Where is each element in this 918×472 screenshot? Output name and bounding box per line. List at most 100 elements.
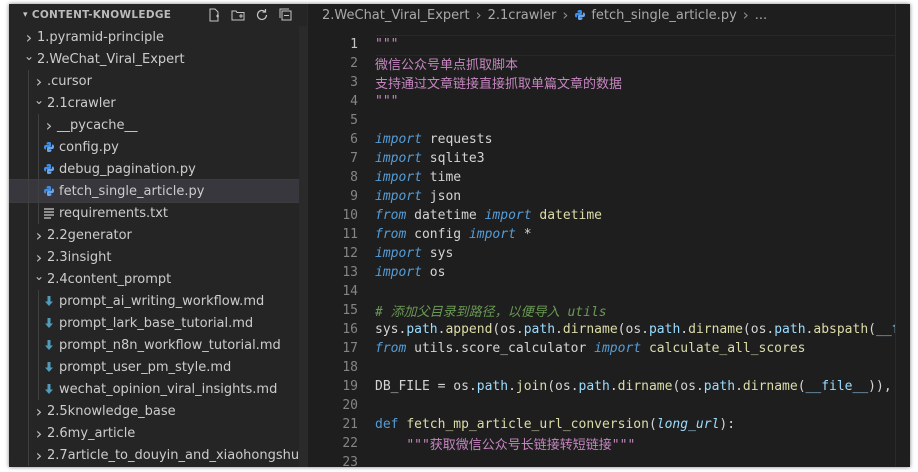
editor-scrollbar[interactable] (895, 4, 910, 467)
explorer-header[interactable]: ▾ CONTENT-KNOWLEDGE (9, 4, 307, 26)
tree-item-label: prompt_lark_base_tutorial.md (59, 315, 254, 331)
tree-file-prompt-n8n-workflow-tutorial-md[interactable]: prompt_n8n_workflow_tutorial.md (9, 334, 307, 356)
tree-folder-2-2generator[interactable]: › 2.2generator (9, 224, 307, 246)
code-line[interactable]: 11 from config import * (308, 225, 910, 244)
code-token: path (703, 379, 736, 394)
tree-folder-2-5knowledge-base[interactable]: › 2.5knowledge_base (9, 400, 307, 422)
code-token: utils.score_calculator (406, 341, 595, 356)
tree-file-prompt-lark-base-tutorial-md[interactable]: prompt_lark_base_tutorial.md (9, 312, 307, 334)
chevron-down-icon[interactable]: ⌄ (31, 93, 47, 107)
code-line[interactable]: 16 sys.path.append(os.path.dirname(os.pat… (308, 320, 910, 339)
new-file-icon[interactable] (206, 7, 221, 22)
code-token: dirname (742, 379, 798, 394)
code-line[interactable]: 21 def fetch_mp_article_url_conversion(lo… (308, 415, 910, 434)
markdown-file-icon (41, 317, 57, 329)
code-token: import (375, 189, 422, 204)
tree-folder-cursor[interactable]: › .cursor (9, 70, 307, 92)
code-line[interactable]: 8 import time (308, 168, 910, 187)
chevron-right-icon[interactable]: › (31, 424, 47, 443)
code-line[interactable]: 13 import os (308, 263, 910, 282)
code-line[interactable]: 9 import json (308, 187, 910, 206)
code-line[interactable]: 5 (308, 111, 910, 130)
code-token: requests (421, 132, 493, 147)
code-token: . (609, 379, 618, 394)
breadcrumb-item[interactable]: ... (755, 8, 767, 23)
tree-file-requirements-txt[interactable]: requirements.txt (9, 202, 307, 224)
code-token: . (468, 379, 477, 394)
collapse-all-icon[interactable] (278, 7, 293, 22)
tree-folder-2-6my-article[interactable]: › 2.6my_article (9, 422, 307, 444)
code-token: os (555, 379, 571, 394)
code-line[interactable]: 7 import sqlite3 (308, 149, 910, 168)
new-folder-icon[interactable] (230, 7, 245, 22)
code-line[interactable]: 12 import sys (308, 244, 910, 263)
indent-guide (38, 378, 39, 400)
chevron-right-icon[interactable]: › (31, 402, 47, 421)
indent-guide (28, 378, 29, 400)
code-line[interactable]: 15 # 添加父目录到路径，以便导入 utils (308, 301, 910, 320)
code-token: from (375, 341, 407, 356)
code-line[interactable]: 17 from utils.score_calculator import cal… (308, 339, 910, 358)
indent-guide (28, 400, 29, 422)
code-token: = (429, 379, 454, 394)
tree-file-prompt-user-pm-style-md[interactable]: prompt_user_pm_style.md (9, 356, 307, 378)
chevron-right-icon[interactable]: › (31, 446, 47, 465)
chevron-right-icon: › (562, 6, 569, 24)
code-token: . (570, 379, 579, 394)
code-line[interactable]: 22 """获取微信公众号长链接转短链接""" (308, 434, 910, 453)
code-line[interactable]: 14 (308, 282, 910, 301)
tree-folder-2-3insight[interactable]: › 2.3insight (9, 246, 307, 268)
code-line[interactable]: 18 (308, 358, 910, 377)
sidebar-scrollbar[interactable] (299, 26, 307, 467)
code-line[interactable]: 23 (308, 453, 910, 467)
tree-file-prompt-ai-writing-workflow-md[interactable]: prompt_ai_writing_workflow.md (9, 290, 307, 312)
tree-folder-pycache[interactable]: › __pycache__ (9, 114, 307, 136)
code-line[interactable]: 10 from datetime import datetime (308, 206, 910, 225)
tree-item-label: prompt_user_pm_style.md (59, 359, 232, 375)
code-token: . (515, 322, 524, 337)
chevron-down-icon[interactable]: ▾ (23, 10, 28, 20)
code-content: import time (375, 170, 461, 185)
indent-guide (28, 180, 29, 202)
code-line[interactable]: 20 (308, 396, 910, 415)
chevron-right-icon[interactable]: › (31, 226, 47, 245)
chevron-right-icon[interactable]: › (41, 116, 57, 135)
tree-file-wechat-opinion-viral-insights-md[interactable]: wechat_opinion_viral_insights.md (9, 378, 307, 400)
code-token: sqlite3 (421, 151, 485, 166)
code-token: import (375, 151, 422, 166)
breadcrumb-item[interactable]: 2.1crawler (488, 8, 557, 23)
line-number: 19 (342, 379, 358, 394)
chevron-down-icon[interactable]: ⌄ (31, 269, 47, 283)
code-token: dirname (688, 322, 743, 337)
chevron-down-icon[interactable]: ⌄ (21, 49, 37, 63)
code-line[interactable]: 6 import requests (308, 130, 910, 149)
breadcrumb-item[interactable]: fetch_single_article.py (591, 8, 736, 23)
chevron-right-icon[interactable]: › (31, 72, 47, 91)
tree-folder-1-pyramid-principle[interactable]: › 1.pyramid-principle (9, 26, 307, 48)
breadcrumb-item[interactable]: 2.WeChat_Viral_Expert (322, 8, 470, 23)
chevron-right-icon[interactable]: › (31, 248, 47, 267)
tree-file-debug-pagination-py[interactable]: debug_pagination.py (9, 158, 307, 180)
code-line[interactable]: 4 """ (308, 92, 910, 111)
refresh-icon[interactable] (254, 7, 269, 22)
tree-folder-2-wechat-viral-expert[interactable]: ⌄ 2.WeChat_Viral_Expert (9, 48, 307, 70)
tree-folder-2-1crawler[interactable]: ⌄ 2.1crawler (9, 92, 307, 114)
tree-folder-2-4content-prompt[interactable]: ⌄ 2.4content_prompt (9, 268, 307, 290)
tree-file-config-py[interactable]: config.py (9, 136, 307, 158)
code-line[interactable]: 3 支持通过文章链接直接抓取单篇文章的数据 (308, 73, 910, 92)
chevron-right-icon[interactable]: › (21, 28, 37, 47)
line-number: 18 (342, 360, 358, 375)
explorer-title: CONTENT-KNOWLEDGE (31, 9, 172, 21)
code-token: from (375, 227, 407, 242)
code-line[interactable]: 2 微信公众号单点抓取脚本 (308, 54, 910, 73)
code-token: os (750, 322, 767, 337)
tree-folder-2-7article-to-douyin-and-xiaohongshu[interactable]: › 2.7article_to_douyin_and_xiaohongshu (9, 444, 307, 466)
code-token: path (523, 322, 556, 337)
indent-guide (38, 356, 39, 378)
code-line[interactable]: 19 DB_FILE = os.path.join(os.path.dirname… (308, 377, 910, 396)
line-number: 8 (350, 170, 358, 185)
code-area[interactable]: 1 """ 2 微信公众号单点抓取脚本 3 支持通过文章链接直接抓取单篇文章的数据 4 """… (308, 35, 910, 467)
tree-item-label: 1.pyramid-principle (37, 29, 164, 45)
tree-file-fetch-single-article-py[interactable]: fetch_single_article.py (9, 179, 307, 203)
tree-item-label: 2.4content_prompt (47, 271, 172, 287)
